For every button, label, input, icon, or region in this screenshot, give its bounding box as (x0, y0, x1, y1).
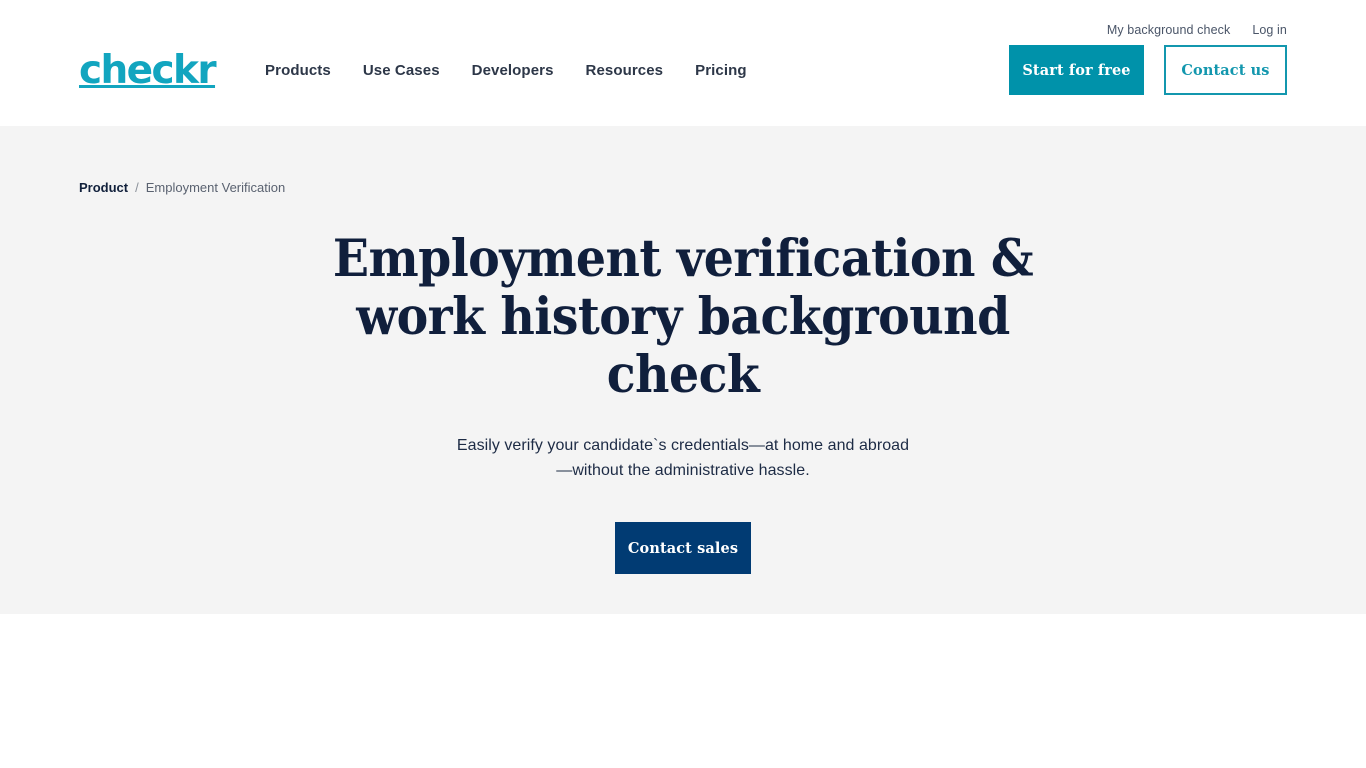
hero-content: Employment verification & work history b… (0, 126, 1366, 574)
site-header: My background check Log in checkr Produc… (0, 0, 1366, 126)
primary-nav: Products Use Cases Developers Resources … (265, 62, 747, 79)
nav-item-developers[interactable]: Developers (472, 62, 554, 79)
nav-item-pricing[interactable]: Pricing (695, 62, 747, 79)
page-title: Employment verification & work history b… (332, 229, 1034, 405)
hero-subtitle: Easily verify your candidate`s credentia… (456, 437, 910, 479)
header-cta-group: Start for free Contact us (1009, 45, 1287, 95)
contact-sales-button[interactable]: Contact sales (615, 522, 751, 574)
below-fold-spacer (0, 614, 1366, 768)
start-for-free-button[interactable]: Start for free (1009, 45, 1144, 95)
header-main-row: checkr Products Use Cases Developers Res… (0, 0, 1366, 126)
nav-item-use-cases[interactable]: Use Cases (363, 62, 440, 79)
nav-item-products[interactable]: Products (265, 62, 331, 79)
hero-section: Product / Employment Verification Employ… (0, 126, 1366, 614)
contact-us-button[interactable]: Contact us (1164, 45, 1287, 95)
checkr-logo[interactable]: checkr (79, 51, 217, 90)
nav-item-resources[interactable]: Resources (586, 62, 664, 79)
page-root: My background check Log in checkr Produc… (0, 0, 1366, 768)
